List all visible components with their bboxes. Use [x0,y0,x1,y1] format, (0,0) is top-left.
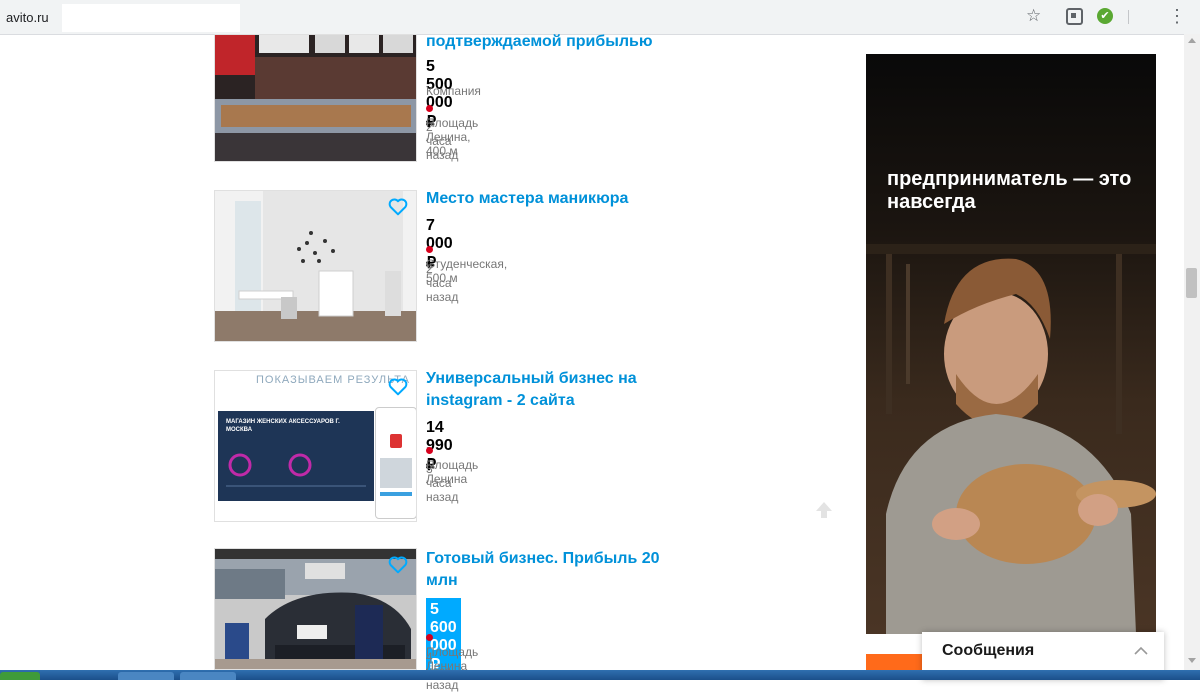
listing-photo[interactable]: ПОКАЗЫВАЕМ РЕЗУЛЬТА МАГАЗИН ЖЕНСКИХ АКСЕ… [214,370,417,522]
extension-shield-icon[interactable]: ✔ [1097,8,1113,24]
thumb-heading: ПОКАЗЫВАЕМ РЕЗУЛЬТА [256,374,410,386]
listing-photo[interactable] [214,548,417,670]
listing-title[interactable]: Готовый бизнес. Прибыль 20 млн [426,548,666,592]
listing-title[interactable]: Место мастера маникюра [426,188,686,210]
chevron-up-icon[interactable] [1134,646,1148,656]
taskbar-app[interactable] [180,672,236,680]
listing-photo[interactable] [214,190,417,342]
metro-dot-icon [426,634,433,641]
start-button[interactable] [0,672,40,680]
listing-time: 2 часа назад [426,120,459,162]
thumb-card: МАГАЗИН ЖЕНСКИХ АКСЕССУАРОВ Г. МОСКВА [218,411,374,501]
listing-time: 3 часа назад [426,462,459,504]
thumb-phone [375,407,416,519]
manicure-room-image [215,191,416,341]
scroll-top-arrow-up-icon[interactable] [814,500,834,520]
ad-headline: предприниматель — это навсегда [887,168,1132,213]
listing-title[interactable]: подтверждаемой прибылью [426,31,686,53]
listing-title[interactable]: Универсальный бизнес на instagram - 2 са… [426,368,686,412]
advertisement-banner[interactable]: предприниматель — это навсегда [866,54,1156,634]
address-url[interactable]: avito.ru [6,10,49,25]
metro-dot-icon [426,246,433,253]
extension-icon[interactable] [1066,8,1083,25]
taskbar-app-browser[interactable] [118,672,174,680]
favorite-heart-icon[interactable] [388,198,408,216]
cafe-showcase-image [215,35,416,161]
scrollbar-thumb[interactable] [1186,268,1197,298]
address-bar-overlay [62,4,240,32]
listing-photo[interactable] [214,34,417,162]
listing-seller-type: Компания [426,84,481,98]
thumb-card-stats [226,453,366,487]
page-scrollbar[interactable] [1184,34,1200,670]
scroll-down-arrow-icon[interactable] [1188,658,1196,663]
messages-label: Сообщения [942,642,1035,659]
browser-toolbar: avito.ru ☆ ✔ ⋮ [0,0,1200,35]
ad-photo-man-with-cutting-board [866,244,1156,634]
browser-menu-icon[interactable]: ⋮ [1168,6,1186,26]
bookmark-star-icon[interactable]: ☆ [1026,7,1041,25]
car-wash-image [215,549,416,669]
favorite-heart-icon[interactable] [388,378,408,396]
metro-dot-icon [426,447,433,454]
favorite-heart-icon[interactable] [388,556,408,574]
metro-dot-icon [426,105,433,112]
toolbar-divider [1128,10,1129,24]
scroll-up-arrow-icon[interactable] [1188,38,1196,43]
listing-time: 2 часа назад [426,262,459,304]
